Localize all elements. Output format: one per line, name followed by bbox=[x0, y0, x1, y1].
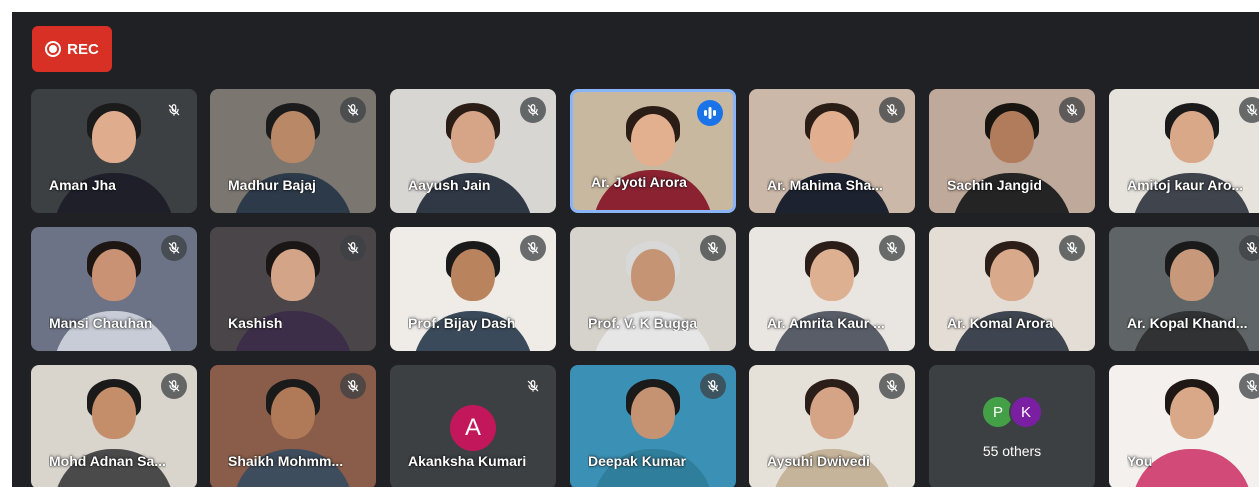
participant-name: Prof. V. K Bugga bbox=[588, 315, 698, 331]
mic-off-icon bbox=[520, 373, 546, 399]
participant-tile[interactable]: Deepak Kumar bbox=[570, 365, 736, 487]
participant-tile[interactable]: Ar. Kopal Khand... bbox=[1109, 227, 1259, 351]
participant-tile[interactable]: Sachin Jangid bbox=[929, 89, 1095, 213]
participant-name: Ar. Komal Arora bbox=[947, 315, 1054, 331]
participant-name: Sachin Jangid bbox=[947, 177, 1042, 193]
mic-off-icon bbox=[1059, 235, 1085, 261]
participant-name: Kashish bbox=[228, 315, 283, 331]
participant-name: Aayush Jain bbox=[408, 177, 491, 193]
participant-name: Madhur Bajaj bbox=[228, 177, 316, 193]
avatar: A bbox=[450, 405, 496, 451]
participant-tile[interactable]: You bbox=[1109, 365, 1259, 487]
participant-name: Ar. Amrita Kaur ... bbox=[767, 315, 885, 331]
participant-tile[interactable]: Mansi Chauhan bbox=[31, 227, 197, 351]
participant-tile[interactable]: Aayush Jain bbox=[390, 89, 556, 213]
participant-name: Akanksha Kumari bbox=[408, 453, 527, 469]
mic-off-icon bbox=[340, 373, 366, 399]
participant-name: Mansi Chauhan bbox=[49, 315, 153, 331]
participant-name: Aman Jha bbox=[49, 177, 116, 193]
mic-off-icon bbox=[1239, 97, 1259, 123]
participant-tile[interactable]: Shaikh Mohmm... bbox=[210, 365, 376, 487]
meeting-stage: REC Aman Jha Madhur Bajaj Aayush Jain Ar. J… bbox=[12, 12, 1259, 487]
participant-tile[interactable]: Ar. Mahima Sha... bbox=[749, 89, 915, 213]
others-count-label: 55 others bbox=[982, 443, 1042, 459]
participant-tile[interactable]: Ar. Komal Arora bbox=[929, 227, 1095, 351]
participant-tile[interactable]: A Akanksha Kumari bbox=[390, 365, 556, 487]
mic-off-icon bbox=[879, 97, 905, 123]
speaking-indicator-icon bbox=[697, 100, 723, 126]
mic-off-icon bbox=[520, 235, 546, 261]
video-feed bbox=[1109, 227, 1259, 351]
participant-tile[interactable]: Ar. Jyoti Arora bbox=[570, 89, 736, 213]
participant-tile[interactable]: Aman Jha bbox=[31, 89, 197, 213]
participant-name: Prof. Bijay Dash bbox=[408, 315, 516, 331]
participant-name: Ar. Mahima Sha... bbox=[767, 177, 883, 193]
rec-label: REC bbox=[67, 40, 99, 58]
recording-indicator[interactable]: REC bbox=[32, 26, 112, 72]
mic-off-icon bbox=[879, 373, 905, 399]
participant-tile[interactable]: Amitoj kaur Aro... bbox=[1109, 89, 1259, 213]
participant-name: Deepak Kumar bbox=[588, 453, 687, 469]
mic-off-icon bbox=[161, 97, 187, 123]
mic-off-icon bbox=[1239, 235, 1259, 261]
record-icon bbox=[45, 41, 62, 57]
others-tile[interactable]: P K 55 others bbox=[929, 365, 1095, 487]
mic-off-icon bbox=[340, 235, 366, 261]
mic-off-icon bbox=[161, 373, 187, 399]
participant-name: Ar. Jyoti Arora bbox=[591, 174, 687, 190]
mic-off-icon bbox=[1059, 97, 1085, 123]
video-feed bbox=[1109, 89, 1259, 213]
participant-name: Aysuhi Dwivedi bbox=[767, 453, 870, 469]
participant-tile[interactable]: Kashish bbox=[210, 227, 376, 351]
others-avatars: PK bbox=[929, 395, 1095, 429]
participant-tile[interactable]: Mohd Adnan Sa... bbox=[31, 365, 197, 487]
participant-name: Ar. Kopal Khand... bbox=[1127, 315, 1248, 331]
participant-tile[interactable]: Madhur Bajaj bbox=[210, 89, 376, 213]
mic-off-icon bbox=[340, 97, 366, 123]
mic-off-icon bbox=[520, 97, 546, 123]
mic-off-icon bbox=[700, 373, 726, 399]
participant-name: Shaikh Mohmm... bbox=[228, 453, 344, 469]
mic-off-icon bbox=[1239, 373, 1259, 399]
participant-tile[interactable]: Prof. Bijay Dash bbox=[390, 227, 556, 351]
mic-off-icon bbox=[879, 235, 905, 261]
participant-tile[interactable]: Ar. Amrita Kaur ... bbox=[749, 227, 915, 351]
participant-name: Mohd Adnan Sa... bbox=[49, 453, 166, 469]
participant-name: You bbox=[1127, 453, 1153, 469]
avatar: K bbox=[1009, 395, 1043, 429]
participant-tile[interactable]: Prof. V. K Bugga bbox=[570, 227, 736, 351]
mic-off-icon bbox=[161, 235, 187, 261]
mic-off-icon bbox=[700, 235, 726, 261]
participant-name: Amitoj kaur Aro... bbox=[1127, 177, 1244, 193]
participant-tile[interactable]: Aysuhi Dwivedi bbox=[749, 365, 915, 487]
